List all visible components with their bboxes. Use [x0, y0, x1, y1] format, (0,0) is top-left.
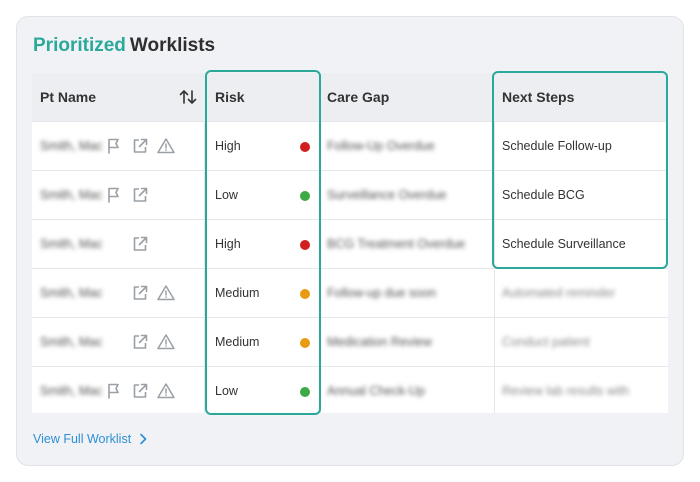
open-external-icon[interactable] — [130, 381, 150, 401]
table-row[interactable]: Smith, Mac Medium Medication Review Conduct… — [32, 317, 668, 366]
column-header-next-steps[interactable]: Next Steps — [502, 73, 574, 121]
flag-icon[interactable] — [104, 136, 124, 156]
care-gap: BCG Treatment Overdue — [327, 237, 466, 251]
risk-level: Low — [215, 188, 238, 202]
risk-indicator-dot — [300, 191, 310, 201]
warning-icon — [156, 332, 176, 352]
open-external-icon[interactable] — [130, 283, 150, 303]
table-row[interactable]: Smith, Mac Low Surveillance Overdue Schedul… — [32, 170, 668, 219]
column-header-care-gap[interactable]: Care Gap — [327, 73, 389, 121]
title-accent: Prioritized — [33, 35, 126, 56]
next-step: Review lab results with — [502, 384, 630, 398]
open-external-icon[interactable] — [130, 136, 150, 156]
worklists-card: Prioritized Worklists Pt Name Risk Care G… — [16, 16, 684, 466]
table-row[interactable]: Smith, Mac High Follow-Up Overdue Schedule … — [32, 121, 668, 170]
care-gap: Follow-Up Overdue — [327, 139, 435, 153]
patient-name[interactable]: Smith, Mac — [40, 220, 103, 268]
care-gap: Surveillance Overdue — [327, 188, 447, 202]
care-gap: Annual Check-Up — [327, 384, 425, 398]
risk-indicator-dot — [300, 289, 310, 299]
column-header-pt-name[interactable]: Pt Name — [40, 73, 96, 121]
patient-name[interactable]: Smith, Mac — [40, 122, 103, 170]
card-title: Prioritized Worklists — [33, 35, 215, 57]
chevron-right-icon — [140, 433, 147, 445]
column-divider — [494, 121, 495, 413]
column-divider — [204, 121, 205, 413]
warning-icon — [156, 283, 176, 303]
flag-icon[interactable] — [104, 381, 124, 401]
table-row[interactable]: Smith, Mac High BCG Treatment Overdue Sched… — [32, 219, 668, 268]
next-step: Conduct patient — [502, 335, 590, 349]
view-full-worklist-link[interactable]: View Full Worklist — [33, 432, 147, 446]
warning-icon — [156, 381, 176, 401]
open-external-icon[interactable] — [130, 332, 150, 352]
care-gap: Medication Review — [327, 335, 432, 349]
risk-level: Medium — [215, 335, 260, 349]
open-external-icon[interactable] — [130, 234, 150, 254]
view-full-worklist-label: View Full Worklist — [33, 432, 132, 446]
table-header: Pt Name Risk Care Gap Next Steps — [32, 73, 668, 121]
flag-icon[interactable] — [104, 185, 124, 205]
warning-icon — [156, 136, 176, 156]
risk-indicator-dot — [300, 142, 310, 152]
table-row[interactable]: Smith, Mac Low Annual Check-Up Review lab r… — [32, 366, 668, 415]
column-header-risk[interactable]: Risk — [215, 73, 245, 121]
risk-indicator-dot — [300, 338, 310, 348]
title-rest: Worklists — [129, 35, 216, 56]
risk-level: Low — [215, 384, 238, 398]
patient-name[interactable]: Smith, Mac — [40, 318, 103, 366]
patient-name[interactable]: Smith, Mac — [40, 171, 103, 219]
next-step[interactable]: Schedule Surveillance — [502, 220, 626, 268]
column-divider — [320, 121, 321, 413]
risk-level: High — [215, 237, 241, 251]
next-step[interactable]: Schedule BCG — [502, 171, 585, 219]
risk-indicator-dot — [300, 240, 310, 250]
worklist-table: Pt Name Risk Care Gap Next Steps Smith, … — [32, 73, 668, 413]
care-gap: Follow-up due soon — [327, 286, 437, 300]
next-step[interactable]: Schedule Follow-up — [502, 122, 612, 170]
table-row[interactable]: Smith, Mac Medium Follow-up due soon Automa… — [32, 268, 668, 317]
risk-level: High — [215, 139, 241, 153]
patient-name[interactable]: Smith, Mac — [40, 367, 103, 415]
sort-icon[interactable] — [178, 87, 198, 107]
risk-level: Medium — [215, 286, 260, 300]
patient-name[interactable]: Smith, Mac — [40, 269, 103, 317]
risk-indicator-dot — [300, 387, 310, 397]
next-step: Automated reminder — [502, 286, 616, 300]
open-external-icon[interactable] — [130, 185, 150, 205]
